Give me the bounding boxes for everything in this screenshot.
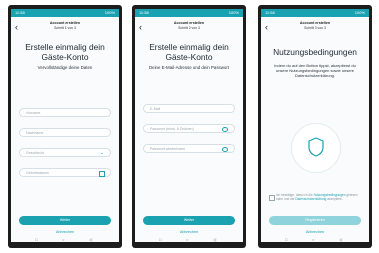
chevron-left-icon[interactable]: ‹ (265, 23, 268, 32)
email-placeholder: E-Mail (150, 107, 161, 111)
status-bar: 11:58 100% (135, 9, 243, 17)
header-title: Account erstellen (299, 21, 331, 25)
last-name-field[interactable]: Nachname (19, 128, 111, 137)
page-title-line-2: Gäste-Konto (165, 52, 213, 62)
birthdate-placeholder: Geburtsdatum (26, 171, 49, 175)
nav-back-icon[interactable]: ◁ (339, 237, 342, 242)
header: ‹ Account erstellen Schritt 3 von 3 (261, 17, 369, 38)
phone-frame-step-2: 11:58 100% ‹ Account erstellen Schritt 2… (132, 5, 246, 248)
consent-row: Ich bestätige, dass ich die Nutzungsbedi… (269, 193, 361, 207)
status-time: 11:58 (265, 10, 275, 15)
page-title-line-1: Erstelle einmalig dein (25, 42, 105, 52)
cancel-link[interactable]: Abbrechen (143, 230, 235, 235)
phone-frame-step-3: 11:58 100% ‹ Account erstellen Schritt 3… (258, 5, 372, 248)
birthdate-field[interactable]: Geburtsdatum (19, 168, 111, 177)
android-nav-bar: □ ○ ◁ (11, 237, 119, 242)
page-title-line-1: Erstelle einmalig dein (149, 42, 229, 52)
nav-home-icon[interactable]: □ (159, 237, 161, 242)
next-button[interactable]: Weiter (143, 216, 235, 225)
nav-home-icon[interactable]: □ (35, 237, 37, 242)
eye-icon[interactable] (222, 146, 228, 152)
header-step: Schritt 1 von 3 (54, 26, 76, 30)
nav-recent-icon[interactable]: ○ (312, 237, 314, 242)
next-button[interactable]: Weiter (19, 216, 111, 225)
cancel-link[interactable]: Abbrechen (19, 230, 111, 235)
status-battery: 100% (104, 10, 115, 15)
android-nav-bar: □ ○ ◁ (135, 237, 243, 242)
first-name-field[interactable]: Vorname (19, 108, 111, 117)
first-name-placeholder: Vorname (26, 111, 41, 115)
phone-frame-step-1: 11:58 100% ‹ Account erstellen Schritt 1… (8, 5, 122, 248)
chevron-left-icon[interactable]: ‹ (15, 23, 18, 32)
header: ‹ Account erstellen Schritt 2 von 3 (135, 17, 243, 38)
calendar-icon[interactable] (99, 171, 105, 177)
eye-icon[interactable] (222, 126, 228, 132)
nav-home-icon[interactable]: □ (285, 237, 287, 242)
password-placeholder: Passwort (mind. 8 Zeichen) (150, 127, 194, 131)
email-field[interactable]: E-Mail (143, 104, 235, 113)
header-title: Account erstellen (49, 21, 81, 25)
page-subtitle: Vervollständige deine Daten (37, 65, 93, 70)
password-repeat-placeholder: Passwort wiederholen (150, 147, 186, 151)
gender-select[interactable]: Geschlecht ⌄ (19, 148, 111, 157)
nav-recent-icon[interactable]: ○ (186, 237, 188, 242)
status-bar: 11:58 100% (261, 9, 369, 17)
page-title-line-2: Gäste-Konto (41, 52, 89, 62)
next-button-label: Weiter (183, 218, 195, 222)
shield-badge (291, 123, 341, 173)
header-step: Schritt 2 von 3 (178, 26, 200, 30)
header-title: Account erstellen (173, 21, 205, 25)
terms-description: Indem du auf den Button tippst, akzeptie… (274, 63, 356, 78)
page-title: Nutzungsbedingungen (273, 47, 357, 57)
nav-back-icon[interactable]: ◁ (89, 237, 92, 242)
chevron-down-icon: ⌄ (99, 150, 104, 156)
header-step: Schritt 3 von 3 (304, 26, 326, 30)
screen-step-1: 11:58 100% ‹ Account erstellen Schritt 1… (11, 9, 119, 242)
page-title: Erstelle einmalig dein Gäste-Konto (15, 42, 115, 62)
page-subtitle: Deine E-Mail-Adresse und dein Passwort (148, 65, 230, 70)
screen-step-3: 11:58 100% ‹ Account erstellen Schritt 3… (261, 9, 369, 242)
last-name-placeholder: Nachname (26, 131, 44, 135)
register-button-label: Registrieren (305, 218, 325, 222)
status-battery: 100% (228, 10, 239, 15)
cancel-link[interactable]: Abbrechen (269, 230, 361, 235)
nav-recent-icon[interactable]: ○ (62, 237, 64, 242)
status-time: 11:58 (15, 10, 25, 15)
gender-placeholder: Geschlecht (26, 151, 44, 155)
consent-checkbox[interactable] (269, 195, 275, 201)
header: ‹ Account erstellen Schritt 1 von 3 (11, 17, 119, 38)
register-button[interactable]: Registrieren (269, 216, 361, 225)
status-bar: 11:58 100% (11, 9, 119, 17)
page-title: Erstelle einmalig dein Gäste-Konto (139, 42, 239, 62)
password-field[interactable]: Passwort (mind. 8 Zeichen) (143, 124, 235, 133)
consent-suffix: akzeptiere. (327, 197, 343, 201)
privacy-link[interactable]: Datenschutzerklärung (295, 197, 326, 201)
status-battery: 100% (354, 10, 365, 15)
chevron-left-icon[interactable]: ‹ (139, 23, 142, 32)
screen-step-2: 11:58 100% ‹ Account erstellen Schritt 2… (135, 9, 243, 242)
next-button-label: Weiter (59, 218, 71, 222)
nav-back-icon[interactable]: ◁ (213, 237, 216, 242)
status-time: 11:58 (139, 10, 149, 15)
consent-text: Ich bestätige, dass ich die Nutzungsbedi… (276, 193, 360, 201)
android-nav-bar: □ ○ ◁ (261, 237, 369, 242)
password-repeat-field[interactable]: Passwort wiederholen (143, 144, 235, 153)
shield-icon (308, 137, 324, 157)
